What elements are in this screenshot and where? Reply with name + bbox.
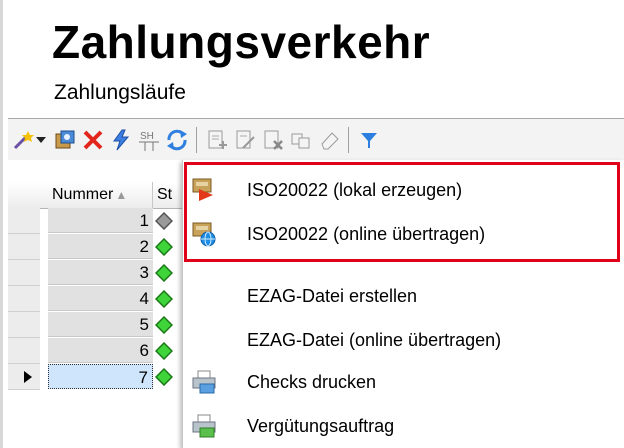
current-row-icon <box>24 371 32 383</box>
doc-add-icon[interactable] <box>204 127 230 153</box>
table-row[interactable]: 6 <box>8 338 188 364</box>
table-row[interactable]: 2 <box>8 234 188 260</box>
toolbar-separator <box>196 127 197 153</box>
status-green-diamond-icon <box>154 237 174 257</box>
row-selector[interactable] <box>8 338 40 364</box>
iso-online-icon <box>191 221 217 247</box>
page-subtitle: Zahlungsläufe <box>54 81 186 104</box>
menu-item-label: Vergütungsauftrag <box>247 416 395 436</box>
menu-item-label: EZAG-Datei (online übertragen) <box>247 330 502 350</box>
row-selector[interactable] <box>8 286 40 312</box>
row-selector[interactable] <box>8 208 40 234</box>
table-row[interactable]: 4 <box>8 286 188 312</box>
menu-item-iso-local[interactable]: ISO20022 (lokal erzeugen) <box>183 168 624 212</box>
payment-order-icon <box>191 413 217 439</box>
page-title: Zahlungsverkehr <box>52 16 431 68</box>
toolbar: SH <box>8 118 624 161</box>
column-header-status[interactable]: St <box>154 182 172 208</box>
column-header-number-label: Nummer <box>52 186 114 203</box>
status-green-diamond-icon <box>154 263 174 283</box>
row-number: 5 <box>48 312 153 337</box>
row-number: 7 <box>48 364 153 389</box>
row-selector[interactable] <box>8 260 40 286</box>
delete-icon[interactable] <box>80 127 106 153</box>
refresh-icon[interactable] <box>164 127 190 153</box>
svg-text:SH: SH <box>140 131 154 142</box>
table-row[interactable]: 5 <box>8 312 188 338</box>
row-number: 1 <box>48 208 153 233</box>
status-green-diamond-icon <box>154 289 174 309</box>
doc-edit-icon[interactable] <box>232 127 258 153</box>
eraser-icon[interactable] <box>316 127 342 153</box>
menu-item-payment-order[interactable]: Vergütungsauftrag <box>183 404 624 448</box>
column-header-number[interactable]: Nummer ▲ <box>48 182 153 208</box>
run-icon[interactable] <box>108 127 134 153</box>
table-row[interactable]: 3 <box>8 260 188 286</box>
context-menu: ISO20022 (lokal erzeugen) ISO20022 (onli… <box>182 160 624 448</box>
row-selector[interactable] <box>8 234 40 260</box>
doc-copy-icon[interactable] <box>288 127 314 153</box>
menu-item-ezag-online[interactable]: EZAG-Datei (online übertragen) <box>183 318 624 362</box>
grid-header: Nummer ▲ St <box>8 182 188 209</box>
status-gray-diamond-icon <box>154 211 174 231</box>
print-checks-icon <box>191 369 217 395</box>
menu-item-iso-online[interactable]: ISO20022 (online übertragen) <box>183 212 624 256</box>
row-number: 2 <box>48 234 153 259</box>
row-selector[interactable] <box>8 364 40 390</box>
dropdown-arrow-icon[interactable] <box>34 127 48 153</box>
row-number: 3 <box>48 260 153 285</box>
status-green-diamond-icon <box>154 367 174 387</box>
row-number: 4 <box>48 286 153 311</box>
toolbar-separator <box>348 127 349 153</box>
open-icon[interactable] <box>52 127 78 153</box>
row-selector[interactable] <box>8 312 40 338</box>
payment-runs-grid: Nummer ▲ St 1234567 <box>8 160 188 448</box>
doc-delete-icon[interactable] <box>260 127 286 153</box>
iso-local-icon <box>191 177 217 203</box>
menu-item-label: ISO20022 (online übertragen) <box>247 224 486 244</box>
status-green-diamond-icon <box>154 341 174 361</box>
menu-item-print-checks[interactable]: Checks drucken <box>183 360 624 404</box>
menu-item-label: Checks drucken <box>247 372 377 392</box>
filter-icon[interactable] <box>356 127 382 153</box>
menu-item-ezag-create[interactable]: EZAG-Datei erstellen <box>183 274 624 318</box>
status-green-diamond-icon <box>154 315 174 335</box>
menu-item-label: ISO20022 (lokal erzeugen) <box>247 180 463 200</box>
new-wizard-icon[interactable] <box>10 127 36 153</box>
sh-icon[interactable]: SH <box>136 127 162 153</box>
sort-ascending-icon: ▲ <box>115 188 128 202</box>
window-edge <box>0 0 3 448</box>
row-number: 6 <box>48 338 153 363</box>
table-row[interactable]: 1 <box>8 208 188 234</box>
menu-item-label: EZAG-Datei erstellen <box>247 286 418 306</box>
table-row[interactable]: 7 <box>8 364 188 390</box>
